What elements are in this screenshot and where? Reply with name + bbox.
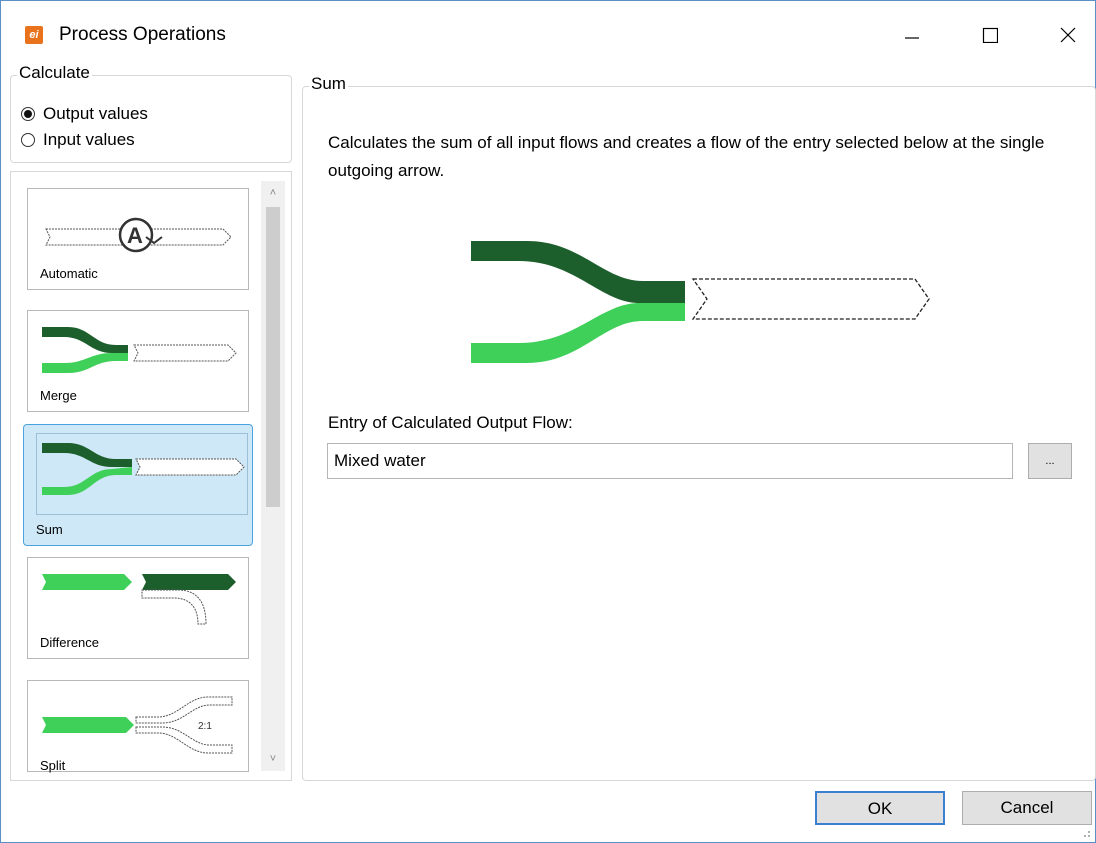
operation-label: Sum: [36, 522, 63, 537]
close-button[interactable]: [1045, 15, 1091, 55]
close-icon: [1060, 27, 1076, 43]
scroll-thumb[interactable]: [266, 207, 280, 507]
operation-label: Split: [40, 758, 66, 773]
radio-checked-icon: [21, 107, 35, 121]
svg-text:A: A: [127, 223, 143, 248]
split-icon: 2:1: [42, 696, 233, 754]
cancel-button[interactable]: Cancel: [962, 791, 1092, 825]
minimize-button[interactable]: [889, 15, 935, 55]
title-bar: ei Process Operations: [1, 1, 1095, 65]
sum-detail-group: Sum: [302, 74, 1096, 781]
operation-label: Difference: [40, 635, 100, 650]
operations-scrollbar[interactable]: ˄ ˅: [261, 181, 285, 771]
entry-label: Entry of Calculated Output Flow:: [328, 413, 573, 432]
calculate-group: Calculate Output values Input values: [10, 63, 292, 163]
operation-label: Merge: [40, 388, 77, 403]
operation-tile-merge[interactable]: Merge: [27, 310, 249, 412]
merge-icon: [42, 327, 237, 373]
radio-label: Input values: [43, 130, 135, 149]
radio-input-values[interactable]: Input values: [21, 130, 135, 150]
split-ratio-text: 2:1: [198, 721, 212, 732]
window-title: Process Operations: [59, 24, 226, 45]
radio-output-values[interactable]: Output values: [21, 104, 148, 124]
difference-icon: [42, 574, 236, 625]
minimize-icon: [905, 37, 919, 39]
operation-tile-automatic[interactable]: A Automatic: [27, 188, 249, 290]
calculate-legend: Calculate: [17, 63, 92, 83]
maximize-button[interactable]: [967, 15, 1013, 55]
app-icon: ei: [25, 26, 43, 44]
detail-legend: Sum: [309, 74, 348, 94]
output-flow-entry-input[interactable]: Mixed water: [327, 443, 1013, 479]
radio-label: Output values: [43, 104, 148, 123]
automatic-icon: A: [45, 217, 232, 253]
radio-unchecked-icon: [21, 133, 35, 147]
operation-tile-difference[interactable]: Difference: [27, 557, 249, 659]
sum-icon: [42, 443, 245, 495]
operation-tile-split[interactable]: 2:1 Split: [27, 680, 249, 773]
process-operations-window: ei Process Operations Calculate Output v…: [0, 0, 1096, 843]
operation-label: Automatic: [40, 266, 98, 281]
sum-diagram: [471, 241, 930, 363]
browse-entry-button[interactable]: ...: [1028, 443, 1072, 479]
chevron-up-icon[interactable]: ˄: [266, 187, 280, 199]
chevron-down-icon[interactable]: ˅: [266, 753, 280, 765]
resize-grip-icon[interactable]: [1081, 828, 1091, 838]
maximize-icon: [982, 27, 998, 43]
operation-tile-sum[interactable]: Sum: [23, 424, 253, 546]
ok-button[interactable]: OK: [815, 791, 945, 825]
operation-description: Calculates the sum of all input flows an…: [328, 133, 1045, 180]
